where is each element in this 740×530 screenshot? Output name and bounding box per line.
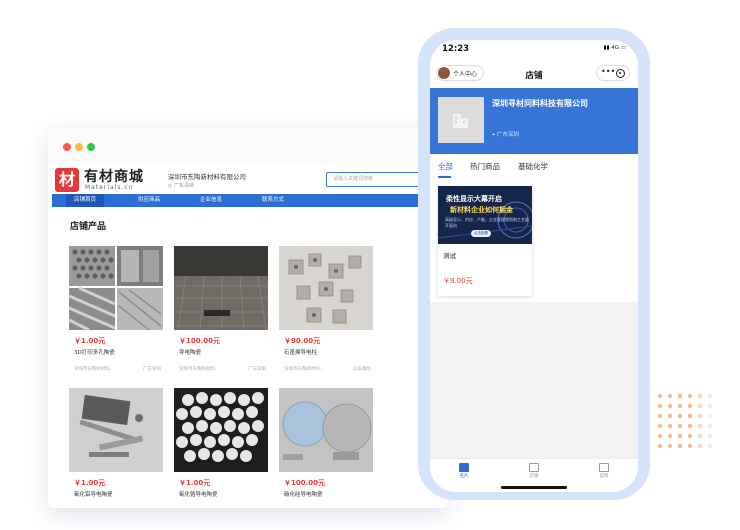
product-price: ￥1.00元 — [74, 479, 106, 487]
browser-window: 材 有材商城 Materials.cn 深圳市东陶新材料有限公司 ◎ 广东深圳 … — [48, 128, 448, 508]
business-card-icon — [459, 463, 469, 472]
nav-contact[interactable]: 联系方式 — [262, 194, 284, 207]
location-icon: ⌖ — [492, 132, 496, 138]
logo-icon[interactable]: 材 — [55, 168, 79, 192]
nav-company-info[interactable]: 企业信息 — [200, 194, 222, 207]
status-bar: 12:23 ▮▮ 4G ▭ — [430, 40, 638, 62]
active-tab-indicator — [438, 176, 451, 178]
product-region: 山东潍坊 — [353, 367, 371, 372]
home-indicator[interactable] — [501, 486, 567, 489]
product-name[interactable]: 3D打印多孔陶瓷 — [74, 348, 115, 356]
product-price: ￥90.00元 — [284, 337, 321, 345]
shop-nav: 店铺首页 供应商品 企业信息 联系方式 — [52, 194, 448, 207]
banner-button[interactable]: 点击查看 — [471, 230, 491, 237]
shop-icon — [529, 463, 539, 472]
product-seller: 深圳市东陶新材料... — [74, 367, 115, 372]
banner-subheadline: 新材料企业如何掘金 — [450, 206, 513, 214]
shop-name: 深圳市东陶新材料有限公司 — [168, 173, 246, 181]
nav-shop-home[interactable]: 店铺首页 — [66, 194, 105, 207]
shop-location: ⌖ 广东深圳 — [492, 130, 519, 139]
product-list: 柔性显示大幕开启 新材料企业如何掘金 高级显示、供应、产能、企业管理规划和工艺展… — [430, 180, 638, 302]
bottom-nav-website-label: 官网 — [599, 474, 609, 479]
bottom-nav-website[interactable]: 官网 — [584, 463, 624, 479]
product-image[interactable] — [69, 388, 163, 472]
logo-subtitle: Materials.cn — [85, 184, 134, 191]
product-price: ￥100.00元 — [179, 337, 221, 345]
product-image[interactable] — [174, 246, 268, 330]
signal-battery-icon: ▮▮ 4G ▭ — [603, 45, 626, 51]
shop-name: 深圳寻材问料科技有限公司 — [492, 99, 588, 108]
product-price: ￥9.00元 — [443, 277, 473, 285]
marketing-composition: 材 有材商城 Materials.cn 深圳市东陶新材料有限公司 ◎ 广东深圳 … — [0, 0, 740, 530]
banner-headline: 柔性显示大幕开启 — [446, 195, 502, 203]
product-image[interactable] — [279, 388, 373, 472]
product-banner[interactable]: 柔性显示大幕开启 新材料企业如何掘金 高级显示、供应、产能、企业管理规划和工艺展… — [438, 186, 532, 244]
phone-screen: 12:23 ▮▮ 4G ▭ 个人中心 店铺 ••• 深圳寻材问料科技有限公司 ⌖… — [430, 40, 638, 492]
close-target-icon[interactable] — [616, 69, 625, 78]
status-time: 12:23 — [442, 44, 470, 54]
tab-hot-products[interactable]: 热门商品 — [470, 161, 500, 172]
product-price: ￥100.00元 — [284, 479, 326, 487]
product-region: 广东深圳 — [143, 367, 161, 372]
shop-logo — [438, 97, 484, 143]
product-card[interactable]: ￥1.00元 氧化锆导电陶瓷 — [170, 388, 268, 508]
product-name[interactable]: 导电陶瓷 — [179, 348, 201, 356]
logo-text[interactable]: 有材商城 — [84, 166, 144, 186]
shop-location-text: 广东深圳 — [496, 132, 519, 138]
product-image[interactable] — [69, 246, 163, 330]
product-seller: 深圳市东陶新材料... — [179, 367, 220, 372]
bottom-nav-shop[interactable]: 店铺 — [514, 463, 554, 479]
shop-location-text: 广东深圳 — [173, 183, 194, 189]
product-card[interactable]: ￥100.00元 导电陶瓷 深圳市东陶新材料... 广东深圳 — [170, 246, 268, 380]
product-card[interactable]: ￥1.00元 氧化铝导电陶瓷 — [65, 388, 163, 508]
building-icon — [453, 114, 468, 128]
product-name[interactable]: 碳化硅导电陶瓷 — [284, 490, 323, 498]
section-title: 店铺产品 — [70, 222, 107, 232]
product-seller: 深圳市东陶新材料... — [284, 367, 325, 372]
more-icon[interactable]: ••• — [601, 67, 615, 76]
product-card[interactable]: ￥1.00元 3D打印多孔陶瓷 深圳市东陶新材料... 广东深圳 — [65, 246, 163, 380]
product-name[interactable]: 石墨烯导电柱 — [284, 348, 317, 356]
product-card[interactable]: ￥90.00元 石墨烯导电柱 深圳市东陶新材料... 山东潍坊 — [275, 246, 373, 380]
product-price: ￥1.00元 — [179, 479, 211, 487]
category-tabs: 全部 热门商品 基础化学 — [430, 154, 638, 180]
product-name[interactable]: 氧化铝导电陶瓷 — [74, 490, 113, 498]
product-region: 广东深圳 — [248, 367, 266, 372]
capsule-menu: ••• — [596, 65, 630, 81]
tab-basic-chemistry[interactable]: 基础化学 — [518, 161, 548, 172]
bottom-nav-card-label: 名片 — [459, 474, 469, 479]
product-card[interactable]: 柔性显示大幕开启 新材料企业如何掘金 高级显示、供应、产能、企业管理规划和工艺展… — [438, 186, 532, 296]
top-bar: 个人中心 店铺 ••• — [430, 62, 638, 88]
bottom-nav-card[interactable]: 名片 — [444, 463, 484, 479]
product-image[interactable] — [279, 246, 373, 330]
decorative-dots — [657, 393, 713, 449]
minimize-window-dot[interactable] — [75, 143, 83, 151]
building-icon — [599, 463, 609, 472]
site-header: 材 有材商城 Materials.cn 深圳市东陶新材料有限公司 ◎ 广东深圳 … — [48, 168, 448, 196]
maximize-window-dot[interactable] — [87, 143, 95, 151]
product-name[interactable]: 氧化锆导电陶瓷 — [179, 490, 218, 498]
product-image[interactable] — [174, 388, 268, 472]
shop-location: ◎ 广东深圳 — [168, 183, 194, 189]
tab-all[interactable]: 全部 — [438, 161, 453, 172]
phone-mockup: 12:23 ▮▮ 4G ▭ 个人中心 店铺 ••• 深圳寻材问料科技有限公司 ⌖… — [418, 28, 650, 500]
close-window-dot[interactable] — [63, 143, 71, 151]
shop-hero: 深圳寻材问料科技有限公司 ⌖ 广东深圳 — [430, 88, 638, 154]
product-name[interactable]: 测试 — [443, 250, 456, 260]
bottom-nav-shop-label: 店铺 — [529, 474, 539, 479]
banner-caption: 高级显示、供应、产能、企业管理规划和工艺展开面向 — [445, 217, 529, 228]
browser-titlebar — [48, 128, 448, 164]
product-price: ￥1.00元 — [74, 337, 106, 345]
product-card[interactable]: ￥100.00元 碳化硅导电陶瓷 — [275, 388, 373, 508]
nav-products[interactable]: 供应商品 — [138, 194, 160, 207]
